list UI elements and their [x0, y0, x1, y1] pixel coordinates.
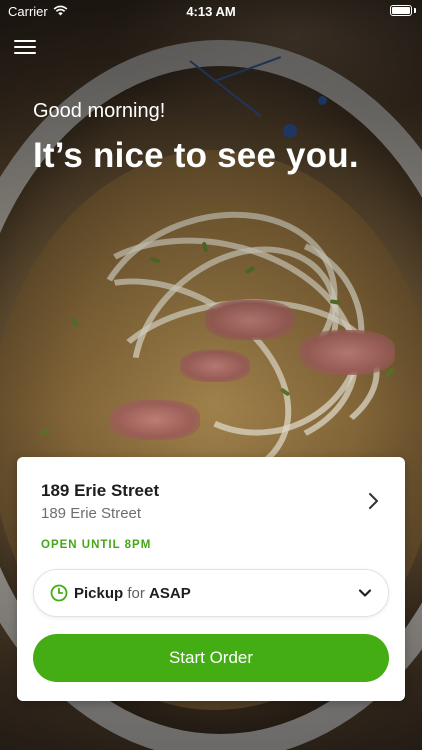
order-time: ASAP: [149, 584, 191, 602]
chevron-right-icon[interactable]: [363, 491, 383, 511]
order-connector: for: [127, 584, 150, 602]
welcome-headline: It’s nice to see you.: [33, 136, 359, 175]
battery-tip: [414, 8, 416, 13]
order-type-text: Pickup for ASAP: [74, 585, 358, 602]
battery-icon: [390, 5, 412, 16]
location-address: 189 Erie Street: [41, 505, 142, 522]
location-card: 189 Erie Street 189 Erie Street OPEN UNT…: [17, 457, 405, 701]
status-time: 4:13 AM: [186, 4, 236, 19]
greeting-text: Good morning!: [33, 100, 166, 122]
status-bar: Carrier 4:13 AM: [0, 0, 422, 22]
hamburger-menu-icon[interactable]: [14, 38, 36, 56]
open-status-badge: OPEN UNTIL 8PM: [41, 539, 152, 551]
location-name[interactable]: 189 Erie Street: [41, 481, 159, 501]
order-type-selector[interactable]: Pickup for ASAP: [33, 569, 389, 617]
chevron-down-icon[interactable]: [358, 588, 372, 598]
start-order-button[interactable]: Start Order: [33, 634, 389, 682]
clock-icon: [50, 584, 68, 602]
order-mode: Pickup: [74, 584, 124, 602]
